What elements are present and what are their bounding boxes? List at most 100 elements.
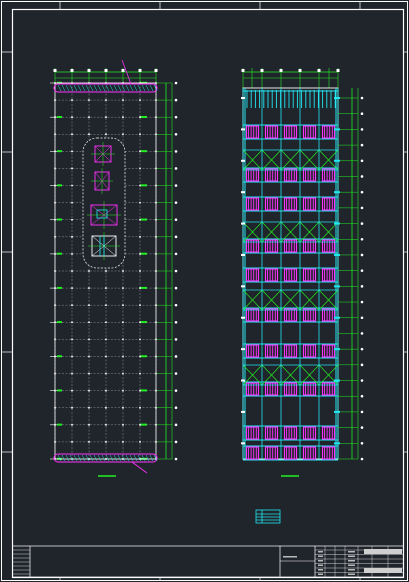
- column-dot: [54, 133, 56, 136]
- row-tag: [241, 222, 245, 225]
- column-dot: [71, 236, 73, 238]
- title-cell-text: [348, 560, 355, 562]
- column-dot: [155, 321, 157, 324]
- column-dot: [105, 133, 107, 136]
- column-dot: [105, 458, 107, 460]
- beam-tag: [140, 115, 147, 118]
- column-dot: [122, 372, 124, 375]
- column-dot: [88, 406, 90, 409]
- column-dot: [54, 167, 56, 170]
- column-dot: [155, 167, 157, 170]
- title-cell-text: [348, 555, 355, 557]
- axis-bubble: [174, 457, 178, 461]
- column-dot: [155, 372, 157, 375]
- beam-tag: [57, 115, 62, 118]
- column-dot: [88, 99, 90, 101]
- column-dot: [139, 150, 141, 153]
- row-tag: [241, 442, 245, 445]
- column-dot: [139, 99, 141, 101]
- column-dot: [139, 355, 141, 358]
- axis-bubble: [360, 159, 364, 163]
- axis-bubble: [104, 69, 108, 72]
- cad-drawing-viewport[interactable]: [0, 0, 409, 582]
- column-dot: [122, 304, 124, 306]
- axis-bubble: [174, 423, 178, 427]
- axis-bubble: [174, 372, 178, 375]
- title-cell-text: [318, 555, 323, 557]
- beam-tag: [57, 355, 62, 358]
- axis-bubble: [360, 237, 364, 241]
- title-cell-text: [318, 569, 323, 571]
- column-dot: [105, 99, 107, 101]
- axis-bubble: [174, 201, 178, 204]
- column-dot: [88, 338, 90, 341]
- column-dot: [105, 355, 107, 358]
- column-dot: [122, 99, 124, 101]
- axis-bubble: [260, 69, 264, 72]
- row-tag: [241, 316, 245, 319]
- column-dot: [155, 355, 157, 358]
- column-dot: [139, 287, 141, 289]
- column-dot: [139, 406, 141, 409]
- column-dot: [54, 116, 56, 118]
- column-dot: [139, 253, 141, 255]
- row-tag: [241, 285, 245, 288]
- row-tag: [334, 348, 340, 351]
- column-dot: [54, 287, 56, 289]
- column-dot: [105, 406, 107, 409]
- column-dot: [139, 218, 141, 221]
- beam-tag: [140, 218, 147, 221]
- beam-tag: [57, 252, 62, 255]
- beam-tag: [140, 355, 147, 358]
- column-dot: [54, 406, 56, 409]
- axis-bubble: [279, 69, 283, 72]
- axis-bubble: [360, 269, 364, 272]
- column-dot: [71, 150, 73, 153]
- row-tag: [241, 97, 245, 99]
- axis-bubble: [360, 316, 364, 320]
- column-dot: [71, 201, 73, 204]
- column-dot: [54, 424, 56, 426]
- column-dot: [122, 389, 124, 392]
- axis-bubble: [336, 69, 340, 72]
- axis-bubble: [360, 143, 364, 147]
- column-dot: [155, 82, 157, 84]
- axis-bubble: [298, 69, 302, 72]
- row-tag: [241, 253, 245, 256]
- column-dot: [122, 116, 124, 118]
- axis-bubble: [317, 69, 321, 72]
- column-dot: [105, 116, 107, 118]
- column-dot: [54, 270, 56, 272]
- column-dot: [139, 338, 141, 341]
- column-dot: [139, 372, 141, 375]
- column-dot: [71, 389, 73, 392]
- column-dot: [139, 184, 141, 187]
- column-dot: [122, 355, 124, 358]
- beam-tag: [140, 184, 147, 187]
- axis-bubble: [174, 320, 178, 324]
- column-dot: [71, 287, 73, 289]
- axis-bubble: [154, 69, 158, 72]
- column-dot: [54, 201, 56, 204]
- axis-bubble: [360, 96, 364, 100]
- row-tag: [241, 348, 245, 351]
- column-dot: [122, 441, 124, 443]
- row-tag: [334, 222, 340, 225]
- row-tag: [334, 191, 340, 194]
- column-dot: [54, 372, 56, 375]
- title-cell-text: [348, 551, 355, 553]
- column-dot: [122, 270, 124, 272]
- axis-bubble: [360, 285, 364, 288]
- column-dot: [54, 389, 56, 392]
- column-dot: [54, 82, 56, 84]
- column-dot: [54, 253, 56, 255]
- column-dot: [105, 389, 107, 392]
- column-dot: [71, 133, 73, 136]
- column-dot: [139, 201, 141, 204]
- column-dot: [155, 201, 157, 204]
- column-dot: [155, 338, 157, 341]
- axis-bubble: [174, 303, 178, 307]
- column-dot: [71, 304, 73, 306]
- row-tag: [334, 97, 340, 99]
- axis-bubble: [138, 69, 142, 72]
